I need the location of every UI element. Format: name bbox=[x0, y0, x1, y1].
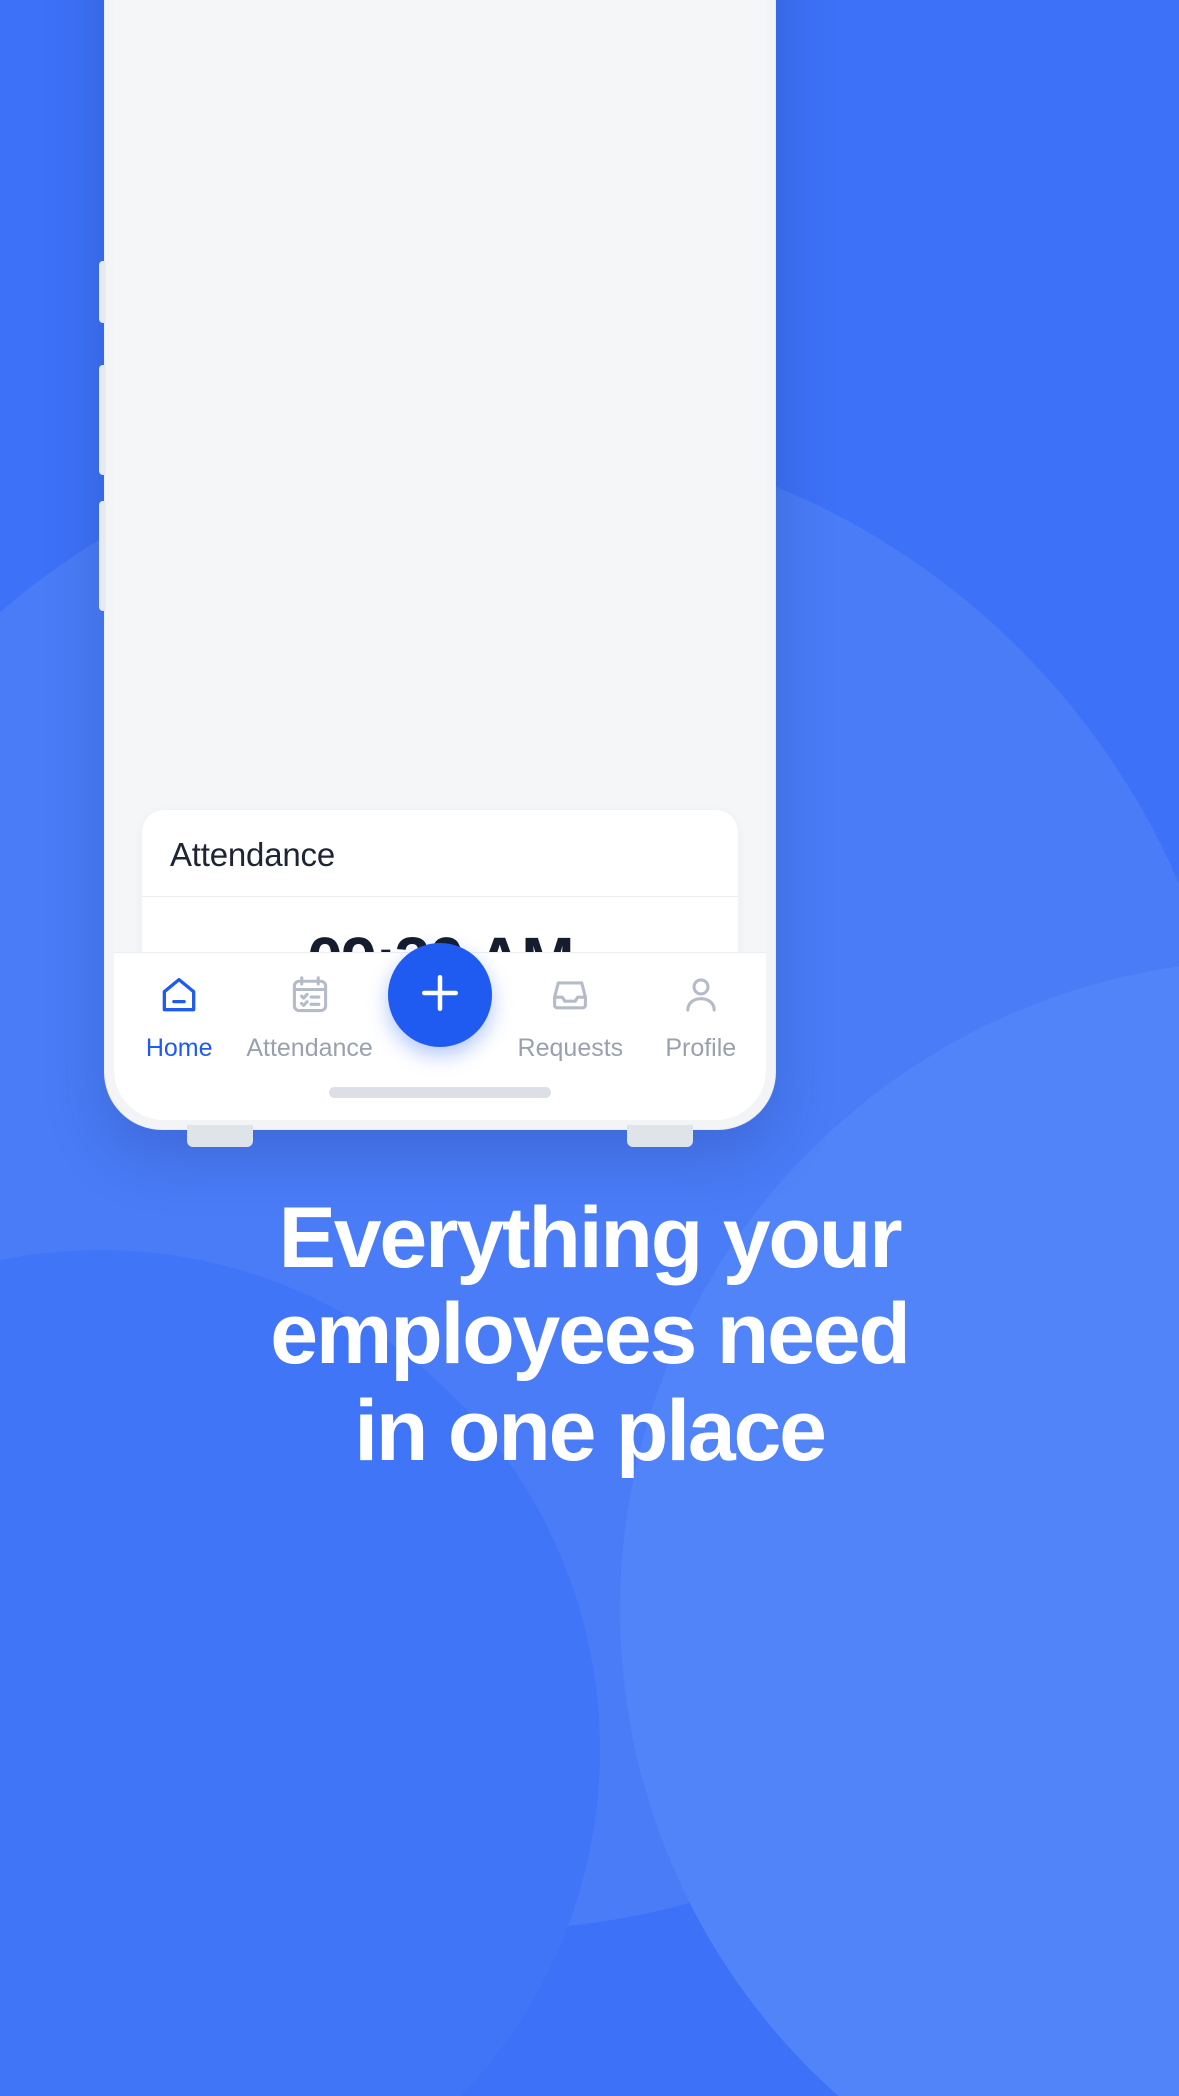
nav-item-profile[interactable]: Profile bbox=[636, 973, 766, 1063]
nav-label: Home bbox=[145, 1034, 213, 1062]
nav-item-attendance[interactable]: Attendance bbox=[244, 973, 374, 1063]
nav-label: Profile bbox=[665, 1034, 737, 1062]
nav-item-home[interactable]: Home bbox=[114, 973, 244, 1063]
bottom-nav: Home Attendance Requests Profile bbox=[114, 943, 766, 1120]
inbox-icon bbox=[548, 973, 592, 1022]
phone-mockup: Attendance 09:30 AM Today’s shift: 08:00… bbox=[99, 0, 776, 1147]
attendance-card-title: Attendance bbox=[170, 836, 335, 873]
headline-line-3: in one place bbox=[354, 1382, 827, 1479]
home-icon bbox=[157, 973, 201, 1022]
nav-label: Attendance bbox=[246, 1034, 373, 1062]
plus-icon bbox=[413, 966, 467, 1025]
phone-screen: Attendance 09:30 AM Today’s shift: 08:00… bbox=[114, 0, 766, 1120]
home-indicator[interactable] bbox=[329, 1087, 551, 1098]
nav-label: Requests bbox=[517, 1034, 624, 1062]
phone-volume-up-button bbox=[99, 365, 106, 475]
nav-item-requests[interactable]: Requests bbox=[505, 973, 635, 1063]
nav-item-add[interactable] bbox=[375, 943, 505, 1047]
screen-scroll-offset bbox=[114, 0, 766, 810]
phone-volume-down-button bbox=[99, 501, 106, 611]
calendar-check-icon bbox=[288, 973, 332, 1022]
marketing-headline: Everything your employees need in one pl… bbox=[0, 1190, 1179, 1479]
headline-line-2: employees need bbox=[270, 1286, 911, 1383]
add-fab-button[interactable] bbox=[387, 943, 492, 1047]
phone-mute-switch bbox=[99, 261, 106, 323]
attendance-card-header: Attendance bbox=[142, 810, 738, 897]
phone-foot-left bbox=[187, 1125, 253, 1147]
headline-line-1: Everything your bbox=[278, 1190, 903, 1286]
user-icon bbox=[679, 973, 723, 1022]
phone-foot-right bbox=[627, 1125, 693, 1147]
